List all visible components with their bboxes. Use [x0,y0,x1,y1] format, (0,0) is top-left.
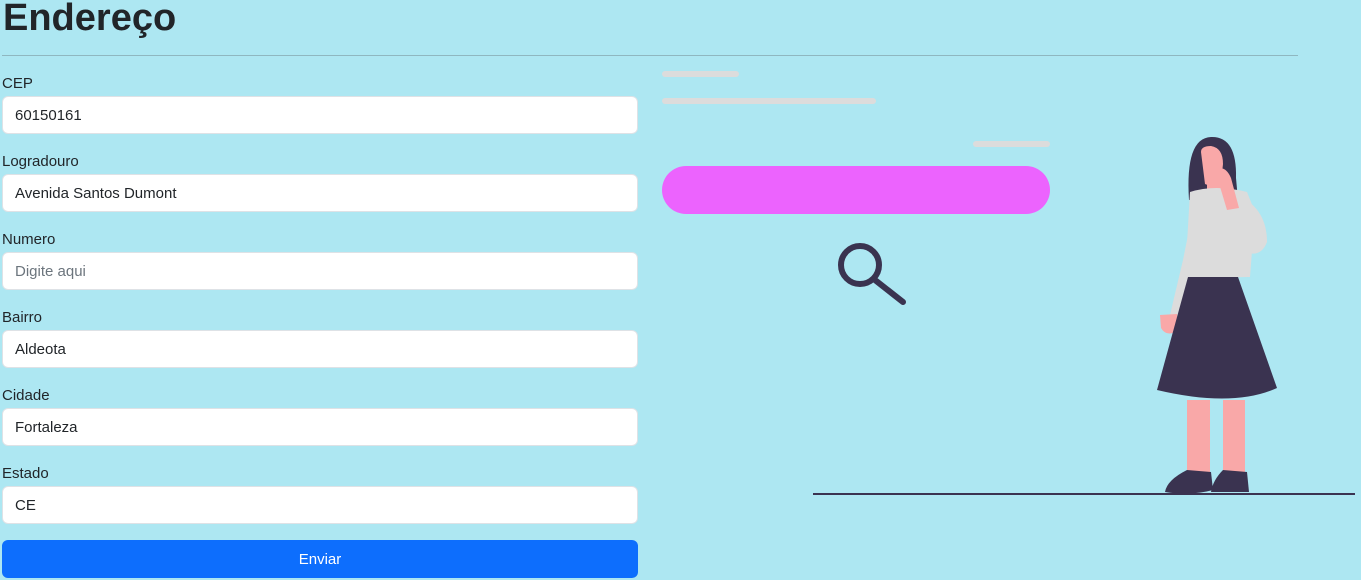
numero-input[interactable] [2,252,638,290]
submit-button[interactable]: Enviar [2,540,638,578]
title-divider [2,55,1298,56]
cidade-input[interactable] [2,408,638,446]
address-page: Endereço CEP Logradouro Numero Bairro Ci… [0,0,1361,580]
cidade-label: Cidade [2,387,50,404]
placeholder-line-3 [973,141,1050,147]
address-form: CEP Logradouro Numero Bairro Cidade Esta… [2,74,638,542]
numero-group: Numero [2,230,638,308]
search-bar-shape [662,166,1050,214]
logradouro-input[interactable] [2,174,638,212]
numero-label: Numero [2,231,56,248]
estado-input[interactable] [2,486,638,524]
cep-label: CEP [2,75,33,92]
cep-input[interactable] [2,96,638,134]
placeholder-line-2 [662,98,876,104]
estado-label: Estado [2,465,49,482]
bairro-label: Bairro [2,309,43,326]
logradouro-label: Logradouro [2,153,79,170]
logradouro-group: Logradouro [2,152,638,230]
cep-group: CEP [2,74,638,152]
bairro-group: Bairro [2,308,638,386]
search-illustration [662,71,1355,495]
estado-group: Estado [2,464,638,542]
magnifier-icon [838,243,906,305]
placeholder-line-1 [662,71,739,77]
bairro-input[interactable] [2,330,638,368]
cidade-group: Cidade [2,386,638,464]
person-figure [1157,136,1277,494]
page-title: Endereço [3,0,177,39]
